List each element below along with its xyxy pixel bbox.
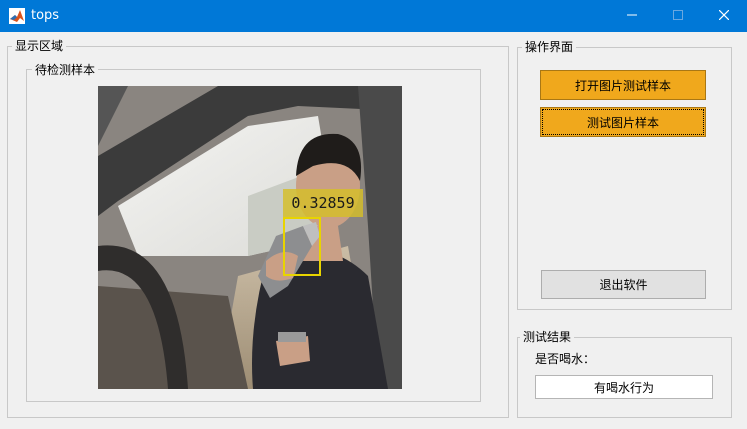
maximize-button [655, 0, 701, 32]
close-button[interactable] [701, 0, 747, 32]
result-field[interactable]: 有喝水行为 [535, 375, 713, 399]
maximize-icon [673, 9, 683, 23]
minimize-icon [627, 9, 637, 23]
result-panel-title: 测试结果 [520, 330, 575, 344]
exit-button[interactable]: 退出软件 [541, 270, 706, 299]
display-area-title: 显示区域 [12, 39, 67, 53]
matlab-icon [9, 8, 25, 24]
detection-score-label: 0.32859 [283, 189, 363, 217]
detection-box [283, 217, 321, 276]
window-title: tops [31, 8, 60, 23]
sample-image [98, 86, 402, 389]
close-icon [718, 9, 730, 23]
operation-panel-title: 操作界面 [522, 40, 577, 54]
drinking-question-label: 是否喝水： [535, 352, 596, 366]
title-bar: tops [0, 0, 747, 32]
minimize-button[interactable] [609, 0, 655, 32]
sample-group-title: 待检测样本 [32, 63, 99, 77]
open-image-button[interactable]: 打开图片测试样本 [540, 70, 706, 100]
test-image-button[interactable]: 测试图片样本 [540, 107, 706, 137]
